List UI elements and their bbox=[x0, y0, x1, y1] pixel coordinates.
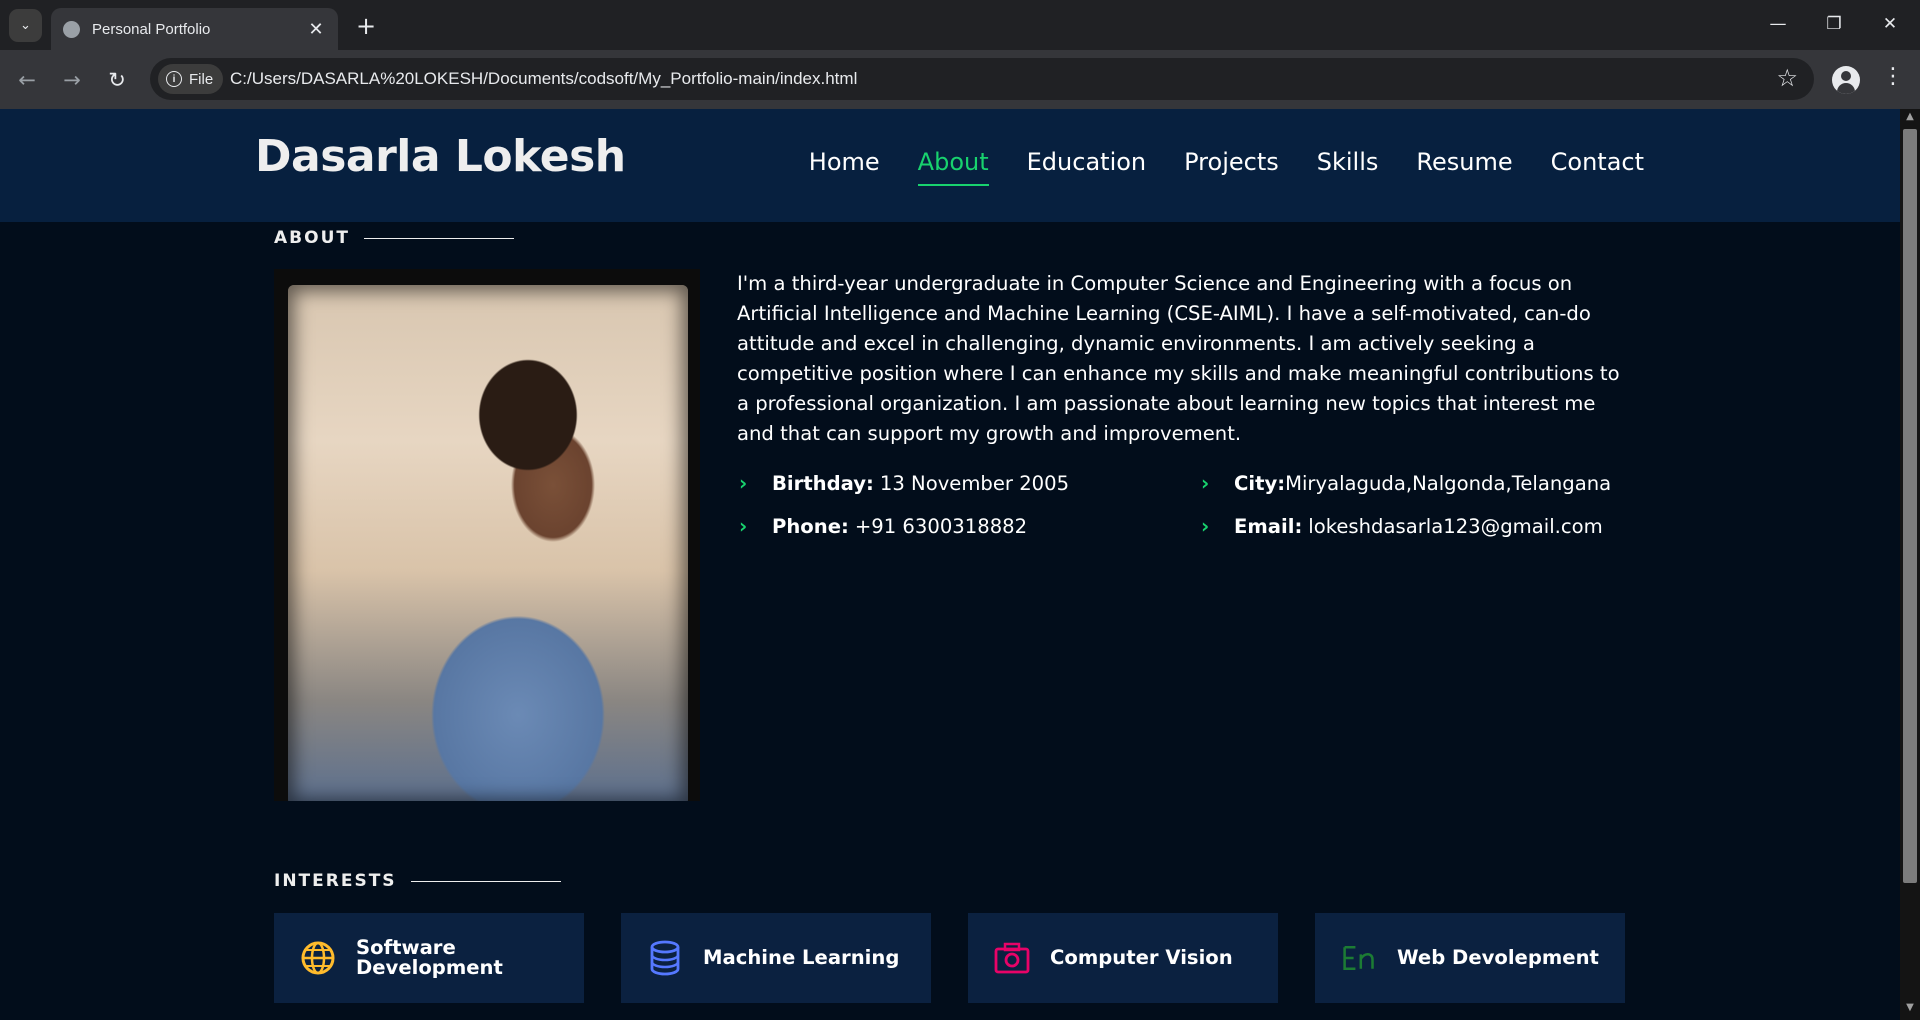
browser-tab[interactable]: Personal Portfolio ✕ bbox=[51, 8, 338, 50]
interest-card-computer-vision: Computer Vision bbox=[968, 913, 1278, 1003]
chevron-right-icon: › bbox=[739, 471, 748, 495]
interest-label: Machine Learning bbox=[703, 946, 900, 969]
email-label: Email: bbox=[1234, 514, 1303, 538]
city-label: City: bbox=[1234, 471, 1286, 495]
close-window-icon[interactable]: ✕ bbox=[1872, 8, 1908, 40]
city-value: Miryalaguda,Nalgonda,Telangana bbox=[1285, 471, 1612, 495]
profile-photo bbox=[274, 269, 700, 801]
email-row: › Email: lokeshdasarla123@gmail.com bbox=[1201, 514, 1603, 538]
page-scrollbar[interactable]: ▲ ▼ bbox=[1900, 109, 1920, 1020]
scroll-up-icon[interactable]: ▲ bbox=[1900, 111, 1920, 127]
minimize-icon[interactable]: — bbox=[1760, 8, 1796, 40]
camera-icon bbox=[994, 940, 1030, 976]
tab-close-icon[interactable]: ✕ bbox=[306, 19, 326, 40]
back-icon[interactable]: ← bbox=[12, 65, 42, 95]
main-nav: Home About Education Projects Skills Res… bbox=[809, 148, 1644, 186]
nav-about[interactable]: About bbox=[917, 148, 989, 186]
about-title-text: ABOUT bbox=[274, 228, 350, 248]
birthday-label: Birthday: bbox=[772, 471, 874, 495]
interests-section-title: INTERESTS bbox=[274, 871, 561, 891]
profile-photo-image bbox=[288, 285, 688, 801]
url-text[interactable]: C:/Users/DASARLA%20LOKESH/Documents/cods… bbox=[230, 69, 857, 89]
browser-toolbar: ← → ↻ i File C:/Users/DASARLA%20LOKESH/D… bbox=[0, 50, 1920, 109]
translate-icon bbox=[1341, 940, 1377, 976]
site-info-chip[interactable]: i File bbox=[158, 64, 224, 94]
site-header: Dasarla Lokesh Home About Education Proj… bbox=[0, 109, 1900, 222]
interest-card-web-development: Web Devolepment bbox=[1315, 913, 1625, 1003]
interest-label: Web Devolepment bbox=[1397, 946, 1599, 969]
scroll-thumb[interactable] bbox=[1903, 129, 1917, 883]
chevron-right-icon: › bbox=[1201, 471, 1210, 495]
chevron-right-icon: › bbox=[739, 514, 748, 538]
database-icon bbox=[647, 940, 683, 976]
tab-search-icon[interactable]: ⌄ bbox=[9, 9, 42, 42]
browser-tabstrip: ⌄ Personal Portfolio ✕ + — ❐ ✕ bbox=[0, 0, 1920, 50]
nav-contact[interactable]: Contact bbox=[1551, 148, 1644, 176]
interest-card-machine-learning: Machine Learning bbox=[621, 913, 931, 1003]
nav-home[interactable]: Home bbox=[809, 148, 880, 176]
birthday-row: › Birthday: 13 November 2005 bbox=[739, 471, 1069, 495]
file-chip-label: File bbox=[189, 70, 214, 88]
page-viewport: Dasarla Lokesh Home About Education Proj… bbox=[0, 109, 1900, 1020]
phone-value: +91 6300318882 bbox=[854, 514, 1028, 538]
new-tab-icon[interactable]: + bbox=[352, 12, 380, 40]
address-bar[interactable]: i File C:/Users/DASARLA%20LOKESH/Documen… bbox=[150, 58, 1814, 100]
bookmark-star-icon[interactable]: ☆ bbox=[1776, 64, 1798, 92]
about-section-title: ABOUT bbox=[274, 228, 514, 248]
email-value: lokeshdasarla123@gmail.com bbox=[1308, 514, 1603, 538]
interests-title-text: INTERESTS bbox=[274, 871, 397, 891]
chevron-right-icon: › bbox=[1201, 514, 1210, 538]
interest-card-software-development: Software Development bbox=[274, 913, 584, 1003]
interests-title-rule bbox=[410, 880, 561, 882]
site-logo[interactable]: Dasarla Lokesh bbox=[255, 131, 626, 182]
phone-row: › Phone: +91 6300318882 bbox=[739, 514, 1027, 538]
profile-icon[interactable] bbox=[1832, 66, 1860, 94]
birthday-value: 13 November 2005 bbox=[879, 471, 1070, 495]
globe-favicon-icon bbox=[63, 20, 80, 38]
kebab-menu-icon[interactable]: ⋮ bbox=[1882, 64, 1904, 89]
globe-icon bbox=[300, 940, 336, 976]
nav-skills[interactable]: Skills bbox=[1317, 148, 1379, 176]
nav-resume[interactable]: Resume bbox=[1416, 148, 1512, 176]
nav-projects[interactable]: Projects bbox=[1184, 148, 1279, 176]
nav-education[interactable]: Education bbox=[1027, 148, 1146, 176]
reload-icon[interactable]: ↻ bbox=[102, 65, 132, 95]
about-bio: I'm a third-year undergraduate in Comput… bbox=[737, 272, 1620, 445]
info-icon: i bbox=[166, 71, 182, 87]
tab-title: Personal Portfolio bbox=[92, 20, 211, 38]
city-row: › City: Miryalaguda,Nalgonda,Telangana bbox=[1201, 471, 1611, 495]
phone-label: Phone: bbox=[772, 514, 849, 538]
restore-icon[interactable]: ❐ bbox=[1816, 8, 1852, 40]
interest-label: Computer Vision bbox=[1050, 946, 1233, 969]
scroll-down-icon[interactable]: ▼ bbox=[1900, 1002, 1920, 1018]
forward-icon[interactable]: → bbox=[57, 65, 87, 95]
about-title-rule bbox=[363, 237, 514, 239]
interest-label: Software Development bbox=[356, 936, 503, 979]
